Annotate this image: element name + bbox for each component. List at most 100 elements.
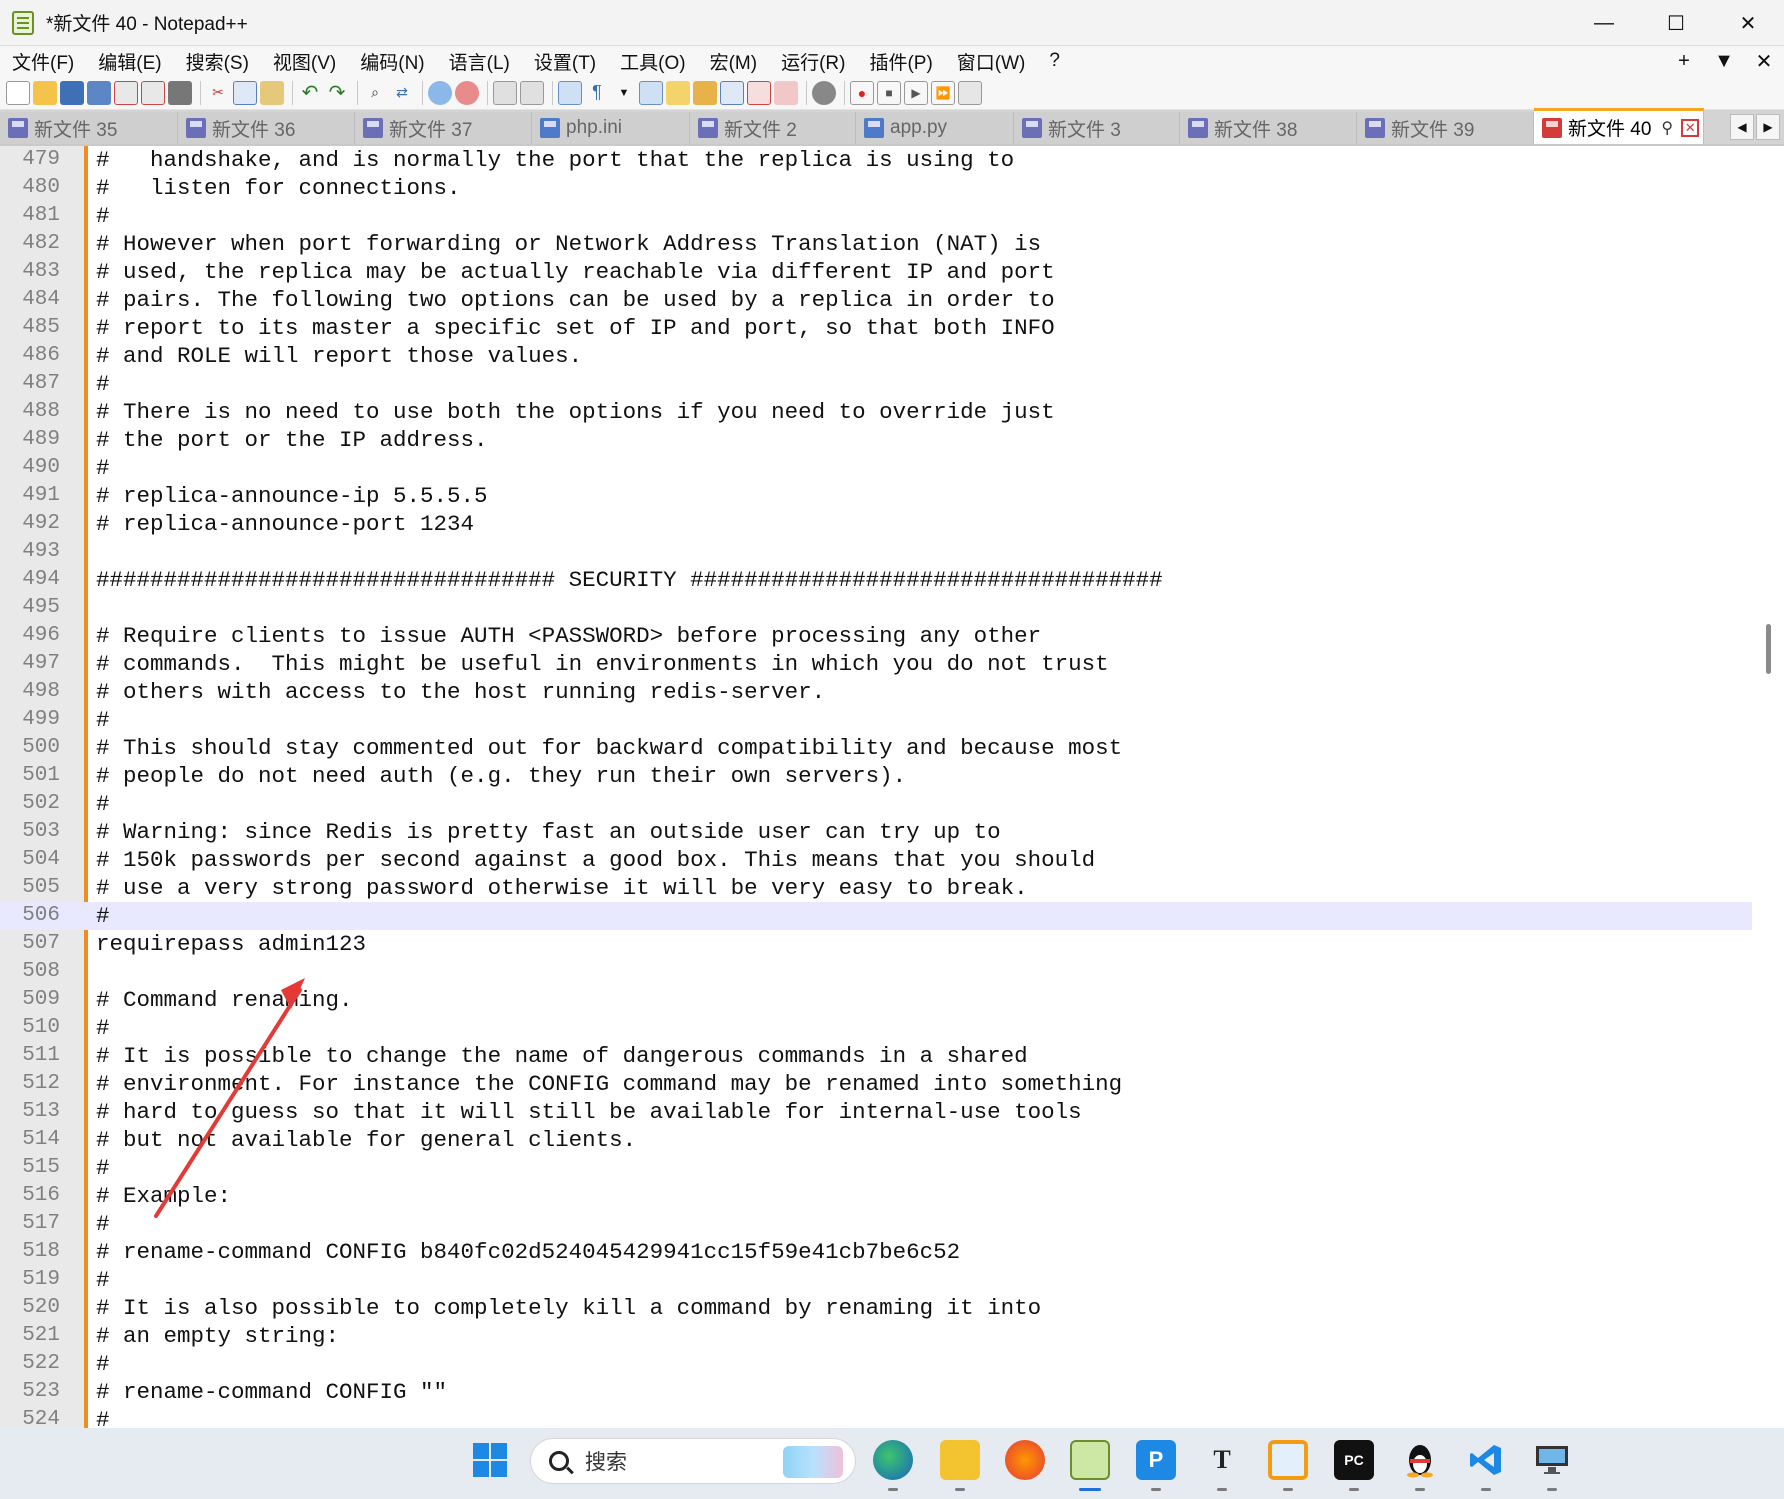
code-text[interactable]: # Warning: since Redis is pretty fast an… xyxy=(96,818,1001,846)
cut-icon[interactable]: ✂ xyxy=(206,81,230,105)
menu-view[interactable]: 视图(V) xyxy=(261,46,348,76)
code-line[interactable]: 508 xyxy=(0,958,1752,986)
code-line[interactable]: 491 # replica-announce-ip 5.5.5.5 xyxy=(0,482,1752,510)
code-text[interactable]: # xyxy=(96,1154,110,1182)
code-line[interactable]: 501 # people do not need auth (e.g. they … xyxy=(0,762,1752,790)
code-text[interactable]: # 150k passwords per second against a go… xyxy=(96,846,1095,874)
editor-area[interactable]: 479 # handshake, and is normally the port… xyxy=(0,146,1784,1428)
code-line[interactable]: 524 # xyxy=(0,1406,1752,1428)
print-icon[interactable] xyxy=(168,80,192,105)
code-line[interactable]: 503 # Warning: since Redis is pretty fast… xyxy=(0,818,1752,846)
menu-macro[interactable]: 宏(M) xyxy=(698,46,769,76)
maximize-button[interactable]: ☐ xyxy=(1640,0,1712,46)
save-all-icon[interactable] xyxy=(87,80,111,105)
code-line[interactable]: 511 # It is possible to change the name o… xyxy=(0,1042,1752,1070)
qq-penguin-icon[interactable] xyxy=(1400,1440,1440,1480)
menu-tools[interactable]: 工具(O) xyxy=(608,46,697,76)
code-text[interactable]: # use a very strong password otherwise i… xyxy=(96,874,1028,902)
tab-scroll-left-icon[interactable]: ◀ xyxy=(1730,114,1754,140)
code-line[interactable]: 505 # use a very strong password otherwis… xyxy=(0,874,1752,902)
code-text[interactable]: # xyxy=(96,790,110,818)
code-line[interactable]: 486 # and ROLE will report those values. xyxy=(0,342,1752,370)
code-line[interactable]: 502 # xyxy=(0,790,1752,818)
code-line[interactable]: 481 # xyxy=(0,202,1752,230)
code-line[interactable]: 520 # It is also possible to completely k… xyxy=(0,1294,1752,1322)
code-text[interactable]: # commands. This might be useful in envi… xyxy=(96,650,1109,678)
code-text[interactable]: # report to its master a specific set of… xyxy=(96,314,1055,342)
code-line[interactable]: 512 # environment. For instance the CONFI… xyxy=(0,1070,1752,1098)
save-icon[interactable] xyxy=(60,80,84,105)
pycharm-pc-icon[interactable]: PC xyxy=(1334,1440,1374,1480)
tab-new-file-38[interactable]: 新文件 38 xyxy=(1180,112,1357,144)
word-wrap-icon[interactable] xyxy=(558,80,582,105)
play-multiple-icon[interactable]: ⏩ xyxy=(931,80,955,105)
menu-plugins[interactable]: 插件(P) xyxy=(857,46,944,76)
sync-vertical-icon[interactable] xyxy=(493,80,517,105)
code-line[interactable]: 485 # report to its master a specific set… xyxy=(0,314,1752,342)
save-macro-icon[interactable] xyxy=(958,80,982,105)
paste-icon[interactable] xyxy=(260,80,284,105)
close-tab-icon[interactable]: ✕ xyxy=(1681,118,1700,137)
code-line[interactable]: 517 # xyxy=(0,1210,1752,1238)
code-text[interactable]: # xyxy=(96,706,110,734)
firefox-icon[interactable] xyxy=(1005,1440,1045,1480)
code-text[interactable]: # This should stay commented out for bac… xyxy=(96,734,1122,762)
menu-settings[interactable]: 设置(T) xyxy=(522,46,608,76)
menu-language[interactable]: 语言(L) xyxy=(437,46,522,76)
code-text[interactable]: # listen for connections. xyxy=(96,174,461,202)
dropdown-arrow-icon[interactable]: ▼ xyxy=(612,81,636,105)
code-text[interactable]: # xyxy=(96,202,110,230)
code-text[interactable]: # handshake, and is normally the port th… xyxy=(96,146,1014,174)
doc-list-icon[interactable] xyxy=(720,80,744,105)
code-text[interactable]: # and ROLE will report those values. xyxy=(96,342,582,370)
code-line[interactable]: 510 # xyxy=(0,1014,1752,1042)
code-line[interactable]: 500 # This should stay commented out for … xyxy=(0,734,1752,762)
code-line[interactable]: 504 # 150k passwords per second against a… xyxy=(0,846,1752,874)
code-text[interactable]: # Require clients to issue AUTH <PASSWOR… xyxy=(96,622,1041,650)
code-text[interactable]: # There is no need to use both the optio… xyxy=(96,398,1055,426)
menu-file[interactable]: 文件(F) xyxy=(0,46,86,76)
zoom-in-icon[interactable] xyxy=(428,80,452,105)
edge-browser-icon[interactable] xyxy=(873,1440,913,1480)
play-macro-icon[interactable]: ▶ xyxy=(904,80,928,105)
close-icon[interactable] xyxy=(114,80,138,105)
code-text[interactable]: ################################## SECUR… xyxy=(96,566,1163,594)
pycharm-p-icon[interactable]: P xyxy=(1136,1440,1176,1480)
tab-new-file-36[interactable]: 新文件 36 xyxy=(178,112,355,144)
tab-new-file-3[interactable]: 新文件 3 xyxy=(1014,112,1180,144)
replace-icon[interactable]: ⇄ xyxy=(390,81,414,105)
code-line[interactable]: 507 requirepass admin123 xyxy=(0,930,1752,958)
code-text[interactable]: # environment. For instance the CONFIG c… xyxy=(96,1070,1122,1098)
menu-edit[interactable]: 编辑(E) xyxy=(86,46,173,76)
folder-workspace-icon[interactable] xyxy=(774,80,798,105)
code-text[interactable]: # replica-announce-port 1234 xyxy=(96,510,474,538)
code-line[interactable]: 506 # xyxy=(0,902,1752,930)
code-text[interactable]: # hard to guess so that it will still be… xyxy=(96,1098,1082,1126)
indent-guide-icon[interactable] xyxy=(639,80,663,105)
minimize-button[interactable]: — xyxy=(1568,0,1640,46)
code-text[interactable]: # people do not need auth (e.g. they run… xyxy=(96,762,906,790)
code-text[interactable]: # Example: xyxy=(96,1182,231,1210)
code-text[interactable]: # xyxy=(96,1210,110,1238)
show-all-chars-icon[interactable]: ¶ xyxy=(585,81,609,105)
code-line[interactable]: 514 # but not available for general clien… xyxy=(0,1126,1752,1154)
code-text[interactable]: # Command renaming. xyxy=(96,986,353,1014)
stop-macro-icon[interactable]: ■ xyxy=(877,80,901,105)
code-text[interactable]: # xyxy=(96,1406,110,1428)
menu-help[interactable]: ? xyxy=(1037,46,1072,76)
copy-icon[interactable] xyxy=(233,80,257,105)
code-line[interactable]: 495 xyxy=(0,594,1752,622)
close-window-button[interactable]: ✕ xyxy=(1712,0,1784,46)
scrollbar-thumb[interactable] xyxy=(1766,624,1771,674)
code-line[interactable]: 484 # pairs. The following two options ca… xyxy=(0,286,1752,314)
file-explorer-icon[interactable] xyxy=(940,1440,980,1480)
code-text[interactable]: # rename-command CONFIG b840fc02d5240454… xyxy=(96,1238,960,1266)
tab-scroll-right-icon[interactable]: ▶ xyxy=(1756,114,1780,140)
code-text[interactable]: # replica-announce-ip 5.5.5.5 xyxy=(96,482,488,510)
code-line[interactable]: 488 # There is no need to use both the op… xyxy=(0,398,1752,426)
code-line[interactable]: 493 xyxy=(0,538,1752,566)
code-text[interactable]: # xyxy=(96,902,110,930)
code-text[interactable]: # xyxy=(96,1266,110,1294)
code-text[interactable]: # It is possible to change the name of d… xyxy=(96,1042,1028,1070)
code-line[interactable]: 498 # others with access to the host runn… xyxy=(0,678,1752,706)
